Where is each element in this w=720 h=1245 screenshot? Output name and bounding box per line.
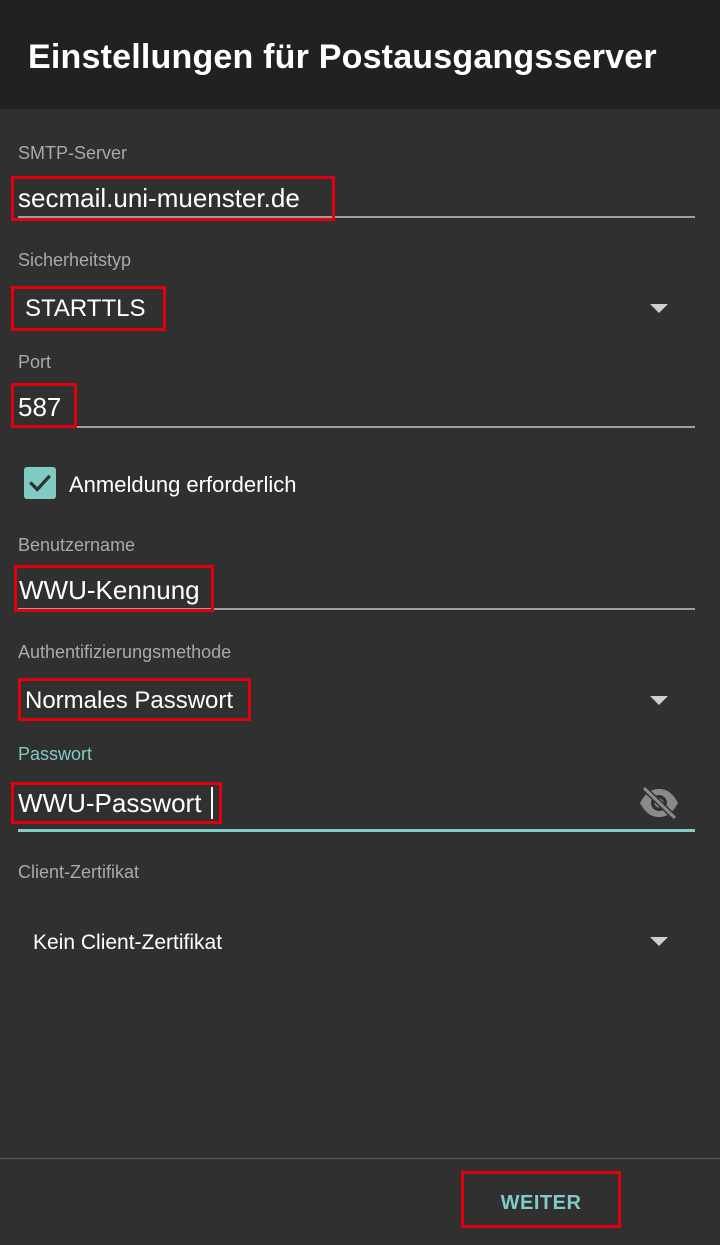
username-highlight — [14, 565, 214, 612]
security-type-highlight — [11, 286, 166, 331]
checkmark-icon — [29, 474, 51, 492]
port-highlight — [11, 383, 77, 428]
next-button-highlight — [461, 1171, 621, 1228]
password-label: Passwort — [18, 744, 93, 764]
footer-divider — [0, 1158, 720, 1159]
app-bar: Einstellungen für Postausgangsserver — [0, 0, 720, 109]
password-highlight — [11, 782, 222, 824]
username-label: Benutzername — [18, 535, 136, 555]
password-underline — [18, 829, 695, 832]
visibility-off-icon[interactable] — [638, 785, 680, 821]
smtp-server-label: SMTP-Server — [18, 143, 128, 163]
client-cert-label: Client-Zertifikat — [18, 862, 140, 882]
client-cert-dropdown-icon[interactable] — [650, 937, 668, 946]
auth-method-highlight — [18, 678, 251, 721]
login-required-checkbox[interactable] — [24, 467, 56, 499]
auth-method-dropdown-icon[interactable] — [650, 696, 668, 705]
smtp-server-highlight — [11, 176, 335, 221]
auth-method-label: Authentifizierungsmethode — [18, 642, 232, 662]
client-cert-select[interactable]: Kein Client-Zertifikat — [33, 928, 222, 958]
port-underline — [18, 426, 695, 428]
login-required-label: Anmeldung erforderlich — [69, 472, 297, 497]
port-label: Port — [18, 352, 52, 372]
security-type-dropdown-icon[interactable] — [650, 304, 668, 313]
security-type-label: Sicherheitstyp — [18, 250, 132, 270]
page-title: Einstellungen für Postausgangsserver — [28, 38, 657, 76]
